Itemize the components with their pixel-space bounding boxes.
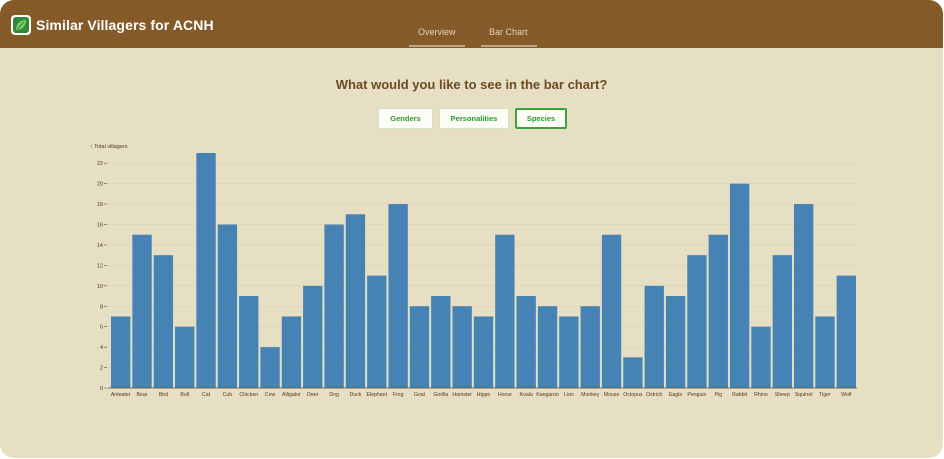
bar-kangaroo[interactable] (537, 306, 558, 388)
bar-wolf[interactable] (836, 275, 856, 388)
tab-overview-underline (409, 45, 465, 47)
bar-rhino[interactable] (751, 326, 771, 388)
x-tick-label: Kangaroo (536, 392, 559, 398)
tab-overview[interactable]: Overview (418, 27, 456, 37)
y-tick-label: 6 (100, 325, 103, 331)
x-tick-label: Monkey (581, 392, 600, 398)
y-tick-label: 20 (97, 182, 103, 188)
x-tick-label: Octopus (623, 392, 643, 398)
tab-bar-chart[interactable]: Bar Chart (489, 27, 528, 37)
x-tick-label: Rhino (754, 392, 768, 398)
bar-anteater[interactable] (111, 316, 131, 388)
app-title: Similar Villagers for ACNH (36, 17, 214, 33)
species-button[interactable]: Species (515, 108, 567, 129)
x-tick-label: Tiger (819, 392, 831, 398)
bar-deer[interactable] (303, 285, 323, 388)
app-window: Similar Villagers for ACNH Overview Bar … (0, 0, 943, 458)
x-tick-label: Horse (498, 392, 512, 398)
bar-horse[interactable] (495, 234, 515, 388)
y-tick-label: 16 (97, 223, 103, 229)
y-tick-label: 0 (100, 386, 103, 392)
bar-hamster[interactable] (452, 306, 472, 388)
x-tick-label: Squirrel (795, 392, 813, 398)
x-tick-label: Hamster (452, 392, 472, 398)
y-tick-label: 8 (100, 304, 103, 310)
bar-gorilla[interactable] (431, 296, 451, 388)
bar-rabbit[interactable] (729, 183, 750, 388)
top-bar: Similar Villagers for ACNH Overview Bar … (0, 0, 943, 48)
tab-bar-chart-underline (481, 45, 537, 47)
y-tick-label: 10 (97, 284, 103, 290)
bar-cat[interactable] (196, 153, 216, 388)
y-tick-label: 12 (97, 263, 103, 269)
bar-dog[interactable] (324, 224, 344, 388)
bar-mouse[interactable] (601, 234, 622, 388)
genders-button[interactable]: Genders (378, 108, 433, 129)
x-tick-label: Penguin (687, 392, 706, 398)
x-tick-label: Lion (564, 392, 574, 398)
x-tick-label: Duck (350, 392, 362, 398)
x-tick-label: Wolf (841, 392, 852, 398)
bar-pig[interactable] (708, 234, 728, 388)
y-tick-label: 18 (97, 202, 103, 208)
x-tick-label: Cat (202, 392, 211, 398)
bar-cub[interactable] (217, 224, 238, 388)
x-tick-label: Ostrich (646, 392, 663, 398)
x-tick-label: Hippo (477, 392, 491, 398)
bar-eagle[interactable] (665, 296, 686, 388)
x-tick-label: Pig (715, 392, 723, 398)
bar-tiger[interactable] (815, 316, 835, 388)
x-tick-label: Koala (520, 392, 533, 398)
bar-bear[interactable] (132, 234, 152, 388)
x-tick-label: Sheep (775, 392, 790, 398)
bar-goat[interactable] (409, 306, 430, 388)
species-bar-chart: ↑ Total villagers 0 2 4 6 8 10 12 14 16 18 20 22 An… (90, 144, 857, 398)
y-tick-label: 2 (100, 366, 103, 372)
bar-squirrel[interactable] (793, 204, 814, 388)
bar-octopus[interactable] (623, 357, 643, 388)
leaf-icon (13, 17, 29, 33)
bar-penguin[interactable] (687, 255, 707, 388)
bar-bird[interactable] (153, 255, 174, 388)
x-tick-label: Goat (414, 392, 426, 398)
y-tick-label: 22 (97, 161, 103, 167)
bar-elephant[interactable] (367, 275, 387, 388)
x-tick-label: Gorilla (433, 392, 448, 398)
y-axis-label: ↑ Total villagers (90, 144, 128, 150)
app-logo (11, 15, 31, 35)
bar-chicken[interactable] (239, 296, 259, 388)
bar-duck[interactable] (345, 214, 366, 388)
x-tick-label: Deer (307, 392, 319, 398)
x-tick-label: Dog (329, 392, 339, 398)
x-tick-label: Rabbit (732, 392, 748, 398)
bar-sheep[interactable] (772, 255, 792, 388)
bar-frog[interactable] (388, 204, 408, 388)
x-tick-label: Bird (159, 392, 168, 398)
x-tick-label: Bull (180, 392, 189, 398)
x-tick-label: Cow (265, 392, 276, 398)
bar-cow[interactable] (260, 347, 280, 388)
y-tick-label: 14 (97, 243, 103, 249)
y-tick-label: 4 (100, 345, 103, 351)
x-tick-label: Alligator (282, 392, 301, 398)
x-tick-label: Frog (393, 392, 404, 398)
bar-monkey[interactable] (580, 306, 600, 388)
x-tick-label: Cub (223, 392, 233, 398)
page-question: What would you like to see in the bar ch… (335, 77, 608, 92)
x-tick-label: Chicken (239, 392, 258, 398)
x-tick-label: Bear (137, 392, 148, 398)
bar-ostrich[interactable] (644, 285, 664, 388)
bar-alligator[interactable] (281, 316, 302, 388)
bar-koala[interactable] (516, 296, 536, 388)
bar-lion[interactable] (559, 316, 579, 388)
bar-bull[interactable] (175, 326, 195, 388)
x-tick-label: Anteater (111, 392, 131, 398)
bar-hippo[interactable] (473, 316, 494, 388)
personalities-button[interactable]: Personalities (439, 108, 509, 129)
x-tick-label: Mouse (604, 392, 620, 398)
x-tick-label: Eagle (669, 392, 682, 398)
x-tick-label: Elephant (367, 392, 388, 398)
